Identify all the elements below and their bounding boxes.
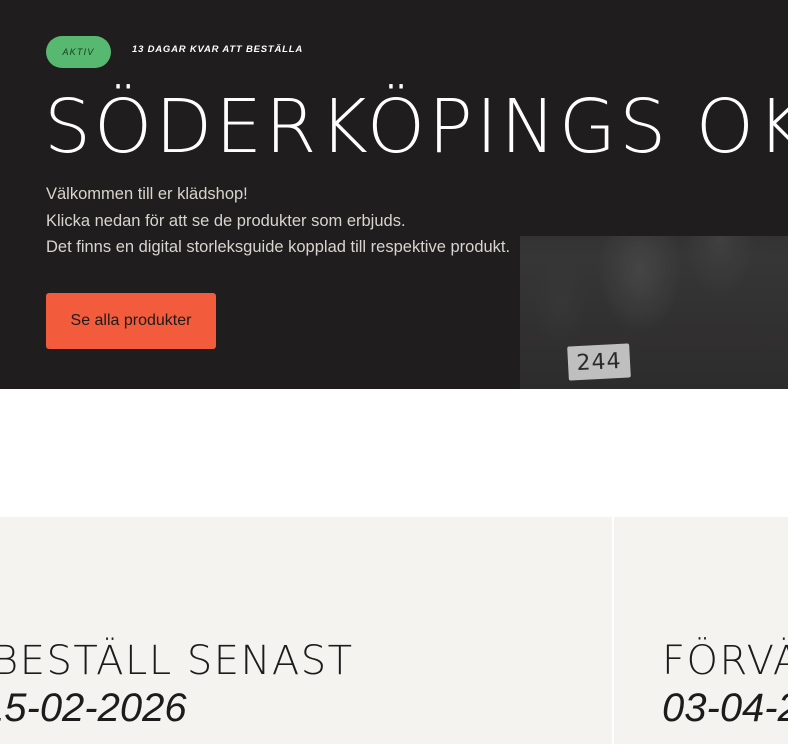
intro-line-1: Välkommen till er klädshop! [46, 185, 248, 203]
second-card-date: 03-04-2 [662, 686, 788, 730]
page-title: SÖDERKÖPINGS OK [44, 84, 788, 170]
hero-section: 244 AKTIV 13 DAGAR KVAR ATT BESTÄLLA SÖD… [0, 0, 788, 389]
second-card-label: FÖRVÄ [662, 638, 788, 684]
days-left-text: 13 DAGAR KVAR ATT BESTÄLLA [132, 44, 304, 55]
card-divider [612, 517, 614, 744]
order-deadline-date: 15-02-2026 [0, 686, 187, 730]
intro-line-2: Klicka nedan för att se de produkter som… [46, 211, 406, 230]
see-all-products-button[interactable]: Se alla produkter [46, 293, 216, 349]
order-deadline-label: BESTÄLL SENAST [0, 638, 354, 684]
race-bib-number: 244 [567, 343, 631, 381]
intro-line-3: Det finns en digital storleksguide koppl… [46, 238, 511, 256]
status-badge: AKTIV [46, 36, 111, 68]
intro-text: Välkommen till er klädshop! Klicka nedan… [46, 181, 510, 261]
